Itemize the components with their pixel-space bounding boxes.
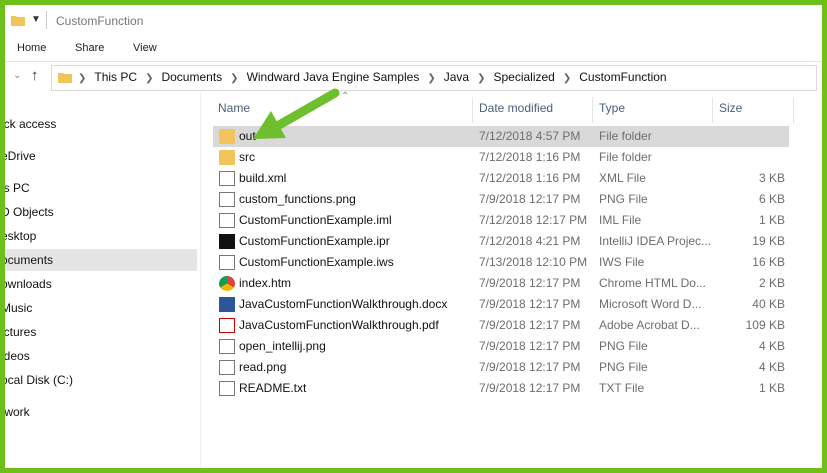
annotation-arrow-icon xyxy=(253,88,340,139)
explorer-window: ▼ CustomFunction Home Share View ⌄ ↑ ❯ Th… xyxy=(5,5,822,468)
